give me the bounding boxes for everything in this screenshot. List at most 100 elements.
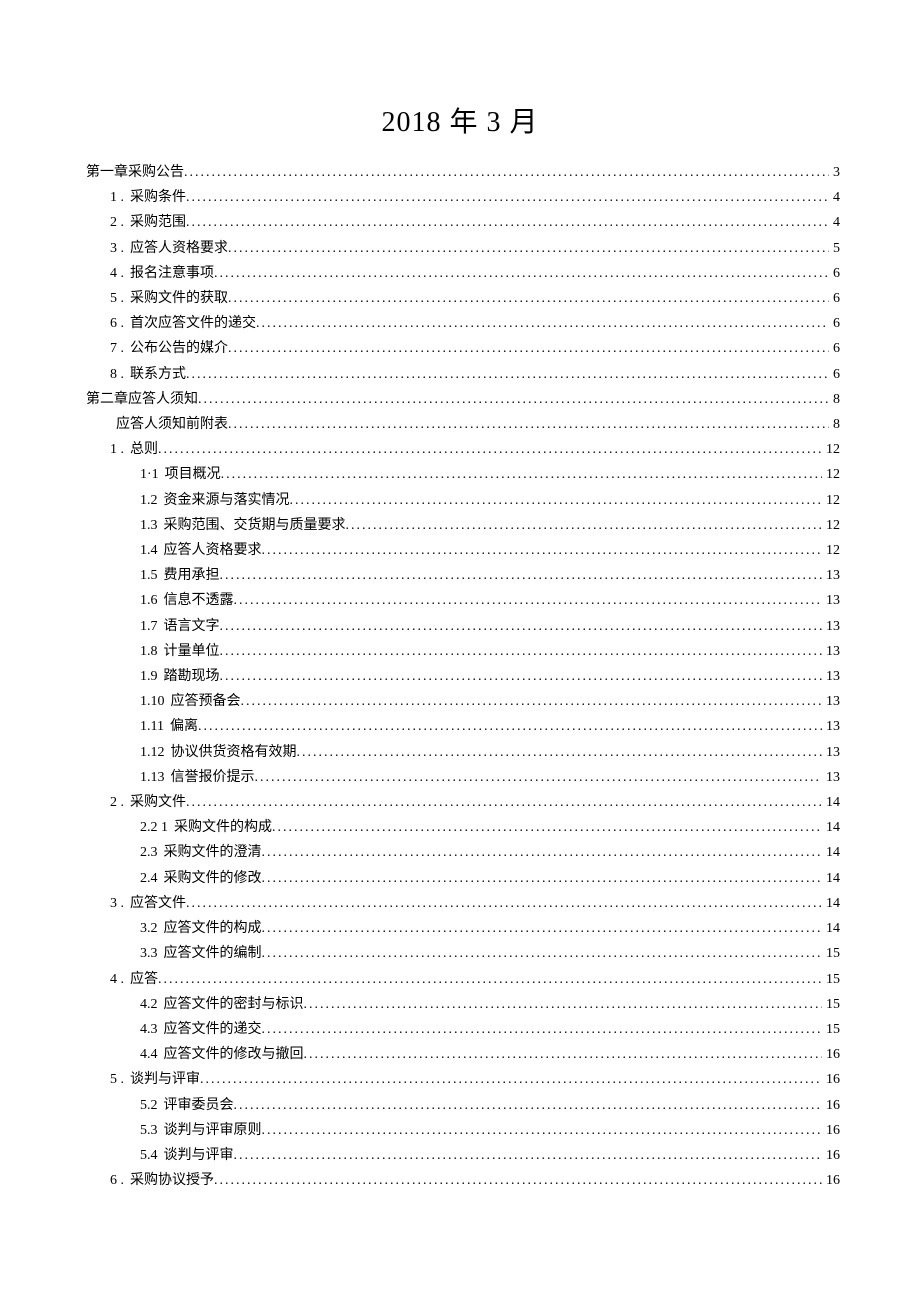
toc-entry-page: 16 — [822, 1067, 840, 1092]
toc-entry-number: 4.2 — [140, 992, 164, 1017]
toc-entry: 1·1项目概况12 — [80, 462, 840, 487]
toc-entry-number: 4.4 — [140, 1042, 164, 1067]
toc-dot-leader — [198, 387, 829, 412]
toc-entry-page: 6 — [829, 261, 840, 286]
toc-entry-number: 1 . — [110, 185, 130, 210]
toc-entry-label: 费用承担 — [164, 563, 220, 588]
toc-entry-number: 4 . — [110, 967, 130, 992]
toc-entry-page: 14 — [822, 916, 840, 941]
toc-entry-number: 6 . — [110, 1168, 130, 1193]
toc-entry-number: 1.10 — [140, 689, 171, 714]
toc-entry: 4 .报名注意事项6 — [80, 261, 840, 286]
toc-entry: 1.7 语言文字13 — [80, 614, 840, 639]
toc-dot-leader — [262, 840, 823, 865]
toc-entry-label: 应答人须知前附表 — [116, 412, 228, 437]
toc-entry-label: 信誉报价提示 — [171, 765, 255, 790]
toc-entry: 5.2 评审委员会16 — [80, 1093, 840, 1118]
toc-entry: 7 .公布公告的媒介6 — [80, 336, 840, 361]
toc-dot-leader — [214, 1168, 822, 1193]
toc-entry-label: 信息不透露 — [164, 588, 234, 613]
toc-entry: 4.4 应答文件的修改与撤回16 — [80, 1042, 840, 1067]
toc-entry-label: 采购文件的修改 — [164, 866, 262, 891]
toc-entry-label: 采购文件的澄清 — [164, 840, 262, 865]
toc-entry-number: 2.4 — [140, 866, 164, 891]
toc-entry: 3.3 应答文件的编制15 — [80, 941, 840, 966]
toc-entry-page: 12 — [822, 538, 840, 563]
toc-entry-label: 偏离 — [170, 714, 198, 739]
toc-entry-label: 应答文件的密封与标识 — [164, 992, 304, 1017]
toc-entry: 1 .总则12 — [80, 437, 840, 462]
toc-entry: 1.11 偏离13 — [80, 714, 840, 739]
toc-entry-page: 4 — [829, 210, 840, 235]
toc-entry: 3.2 应答文件的构成14 — [80, 916, 840, 941]
toc-entry-number: 5.4 — [140, 1143, 164, 1168]
page-title: 2018 年 3 月 — [80, 100, 840, 140]
toc-dot-leader — [200, 1067, 822, 1092]
toc-entry-label: 采购文件的获取 — [130, 286, 228, 311]
toc-entry: 第一章采购公告3 — [80, 160, 840, 185]
toc-entry: 5 .谈判与评审 16 — [80, 1067, 840, 1092]
toc-dot-leader — [220, 614, 823, 639]
toc-entry: 1.2 资金来源与落实情况12 — [80, 488, 840, 513]
toc-entry-label: 计量单位 — [164, 639, 220, 664]
toc-entry-page: 5 — [829, 236, 840, 261]
toc-entry-number: 1.6 — [140, 588, 164, 613]
toc-dot-leader — [220, 664, 823, 689]
toc-entry-page: 6 — [829, 362, 840, 387]
toc-entry: 1.13 信誉报价提示13 — [80, 765, 840, 790]
toc-entry-label: 采购协议授予 — [130, 1168, 214, 1193]
toc-dot-leader — [220, 563, 823, 588]
toc-entry-label: 应答预备会 — [171, 689, 241, 714]
toc-dot-leader — [262, 941, 823, 966]
toc-entry: 1.8 计量单位13 — [80, 639, 840, 664]
toc-entry: 5 .采购文件的获取6 — [80, 286, 840, 311]
toc-entry: 2 .采购范围4 — [80, 210, 840, 235]
toc-entry-number: 3.3 — [140, 941, 164, 966]
toc-entry-number: 5 . — [110, 1067, 130, 1092]
toc-dot-leader — [256, 311, 829, 336]
toc-entry: 1 .采购条件4 — [80, 185, 840, 210]
toc-dot-leader — [262, 916, 823, 941]
toc-dot-leader — [241, 689, 823, 714]
toc-entry-number: 1·1 — [140, 462, 165, 487]
toc-entry-page: 15 — [822, 967, 840, 992]
toc-entry-page: 13 — [822, 740, 840, 765]
toc-entry-number: 1.12 — [140, 740, 171, 765]
toc-entry-page: 6 — [829, 311, 840, 336]
toc-entry-page: 13 — [822, 714, 840, 739]
toc-entry-label: 应答文件的递交 — [164, 1017, 262, 1042]
toc-entry-page: 16 — [822, 1118, 840, 1143]
toc-entry: 5.3 谈判与评审原则16 — [80, 1118, 840, 1143]
toc-entry-number: 5 . — [110, 286, 130, 311]
toc-entry: 1.6 信息不透露 13 — [80, 588, 840, 613]
toc-entry: 3 .应答人资格要求5 — [80, 236, 840, 261]
toc-entry-label: 应答文件的构成 — [164, 916, 262, 941]
toc-entry-page: 15 — [822, 1017, 840, 1042]
toc-entry-page: 14 — [822, 891, 840, 916]
toc-entry-page: 8 — [829, 387, 840, 412]
toc-entry-page: 16 — [822, 1168, 840, 1193]
toc-dot-leader — [186, 362, 829, 387]
toc-entry-number: 8 . — [110, 362, 130, 387]
toc-entry-label: 首次应答文件的递交 — [130, 311, 256, 336]
toc-entry-page: 15 — [822, 992, 840, 1017]
toc-entry-label: 踏勘现场 — [164, 664, 220, 689]
toc-dot-leader — [262, 538, 823, 563]
toc-entry-page: 12 — [822, 437, 840, 462]
toc-entry-label: 谈判与评审 — [130, 1067, 200, 1092]
toc-entry-number: 5.3 — [140, 1118, 164, 1143]
toc-dot-leader — [304, 992, 823, 1017]
toc-entry-page: 13 — [822, 588, 840, 613]
toc-entry: 8 .联系方式6 — [80, 362, 840, 387]
toc-entry-number: 1.9 — [140, 664, 164, 689]
toc-entry-label: 采购条件 — [130, 185, 186, 210]
toc-dot-leader — [228, 336, 829, 361]
toc-dot-leader — [158, 967, 822, 992]
toc-dot-leader — [234, 1143, 823, 1168]
toc-entry-number: 1.7 — [140, 614, 164, 639]
toc-dot-leader — [228, 286, 829, 311]
toc-entry-page: 15 — [822, 941, 840, 966]
toc-entry-label: 谈判与评审 — [164, 1143, 234, 1168]
toc-entry-page: 8 — [829, 412, 840, 437]
toc-entry-page: 13 — [822, 689, 840, 714]
